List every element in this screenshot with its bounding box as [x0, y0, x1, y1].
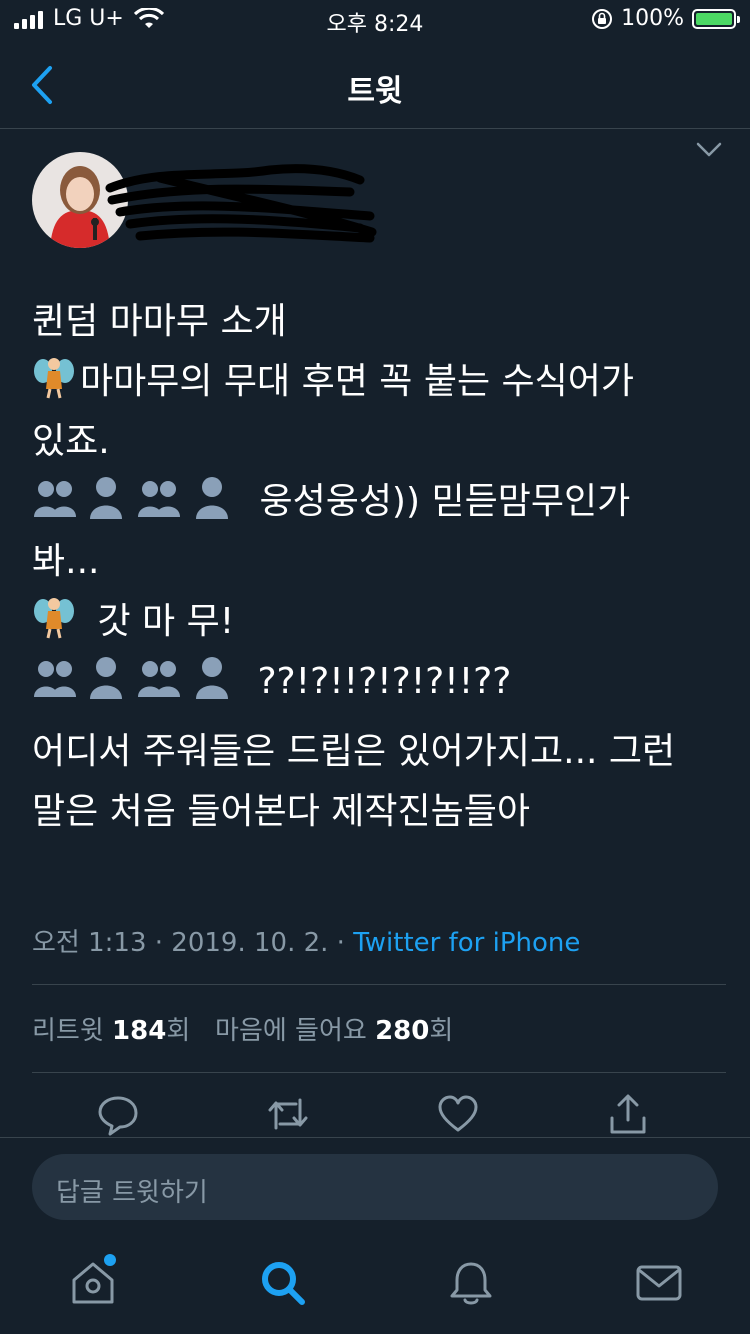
retweet-stat[interactable]: 리트윗 184회 [32, 1016, 190, 1046]
tweet-header [0, 128, 750, 268]
nav-bar: 트윗 [0, 44, 750, 129]
tweet-line: 마마무의 무대 후면 꼭 붙는 수식어가 [32, 352, 732, 412]
fairy-emoji-icon [34, 358, 74, 399]
search-icon[interactable] [258, 1258, 308, 1308]
tweet-stats: 리트윗 184회 마음에 들어요 280회 [32, 1010, 453, 1047]
battery-percent: 100% [621, 6, 684, 31]
mail-icon[interactable] [634, 1258, 684, 1308]
page-title: 트윗 [347, 74, 403, 109]
chevron-down-icon[interactable] [696, 142, 722, 158]
redaction-scribble [105, 164, 377, 243]
tweet-line: ??!?!!?!?!?!!?? [32, 652, 732, 712]
tweet-line: 있죠. [32, 421, 110, 462]
rotation-lock-icon [592, 8, 613, 29]
fairy-emoji-icon [34, 598, 74, 639]
tweet-timestamp: 오전 1:13 · 2019. 10. 2. · [32, 928, 354, 958]
tweet-meta: 오전 1:13 · 2019. 10. 2. · Twitter for iPh… [32, 922, 580, 959]
tweet-line: 웅성웅성)) 믿듣맘무인가 [32, 472, 732, 532]
people-emoji-icon [34, 657, 228, 699]
tweet-text: 퀸덤 마마무 소개 마마무의 무대 후면 꼭 붙는 수식어가 있죠. 웅성웅성)… [32, 292, 732, 842]
tweet-line: 갓 마 무! [32, 592, 732, 652]
retweet-icon[interactable] [266, 1092, 310, 1136]
people-emoji-icon [34, 477, 228, 519]
tweet-line: 퀸덤 마마무 소개 [32, 301, 287, 342]
like-stat[interactable]: 마음에 들어요 280회 [215, 1016, 453, 1046]
tweet-line: 말은 처음 들어본다 제작진놈들아 [32, 791, 531, 832]
bell-icon[interactable] [446, 1258, 496, 1308]
divider [32, 984, 726, 985]
tweet-source-link[interactable]: Twitter for iPhone [353, 928, 580, 958]
divider [32, 1072, 726, 1073]
divider [0, 1137, 750, 1138]
battery-icon [692, 8, 740, 29]
tweet-line: 어디서 주워들은 드립은 있어가지고... 그런 [32, 731, 676, 772]
tweet-actions [0, 1092, 750, 1140]
share-icon[interactable] [606, 1092, 650, 1136]
tweet-line: 봐... [32, 541, 100, 582]
reply-placeholder: 답글 트윗하기 [56, 1178, 208, 1208]
reply-icon[interactable] [96, 1092, 140, 1136]
home-notification-dot [104, 1254, 116, 1266]
status-bar: LG U+ 오후 8:24 100% [0, 0, 750, 40]
heart-icon[interactable] [436, 1092, 480, 1136]
reply-input[interactable]: 답글 트윗하기 [32, 1154, 718, 1220]
status-right: 100% [591, 6, 740, 31]
